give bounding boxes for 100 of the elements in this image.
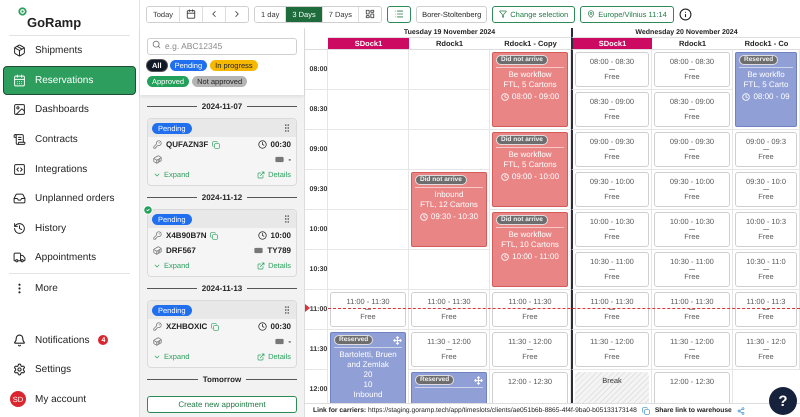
copy-icon [212, 140, 220, 148]
trailer-number: DRF567 [166, 246, 196, 255]
tray-icon [13, 192, 26, 206]
appointment-text: Bartoletti, Bruen and Zemlak [338, 350, 398, 370]
settings-icon [13, 363, 26, 376]
clock-icon [500, 93, 509, 101]
appointment-text: Inbound [352, 390, 384, 400]
empty-slot[interactable] [328, 90, 409, 130]
plate-icon [275, 155, 284, 164]
empty-slot[interactable] [409, 130, 490, 170]
reservation-code: XZHBOXIC [166, 322, 208, 331]
duration: 00:30 [270, 140, 291, 149]
date-heading: 2024-11-07 [202, 102, 242, 111]
copy-icon [642, 406, 650, 414]
key-icon [153, 231, 162, 240]
landscape-icon [13, 103, 26, 116]
empty-slot[interactable] [409, 250, 490, 290]
container-icon [153, 155, 162, 164]
external-link-icon [257, 262, 266, 270]
appointment-text: FTL, 10 Cartons [500, 240, 560, 250]
nav-item[interactable]: Shipments [3, 36, 136, 66]
external-link-icon [257, 170, 266, 178]
appointment-time: 09:30 - 10:30 [430, 212, 478, 222]
appointment-text: Be workflow [507, 70, 553, 80]
empty-slot[interactable] [328, 130, 409, 170]
date-heading: 2024-11-12 [202, 193, 242, 202]
appointment-text: FTL, 5 Carto [742, 80, 790, 90]
clock-icon [742, 93, 750, 101]
code-icon [13, 162, 26, 176]
duration: 00:30 [270, 322, 291, 331]
appointment-time: 09:00 - 10:00 [512, 172, 560, 182]
bell-icon [13, 334, 26, 347]
clock-icon [420, 213, 428, 221]
help-button[interactable]: ? [769, 387, 797, 415]
empty-slot[interactable] [328, 170, 409, 210]
reservation-code: QUFAZN3F [166, 140, 208, 149]
plate-icon [275, 337, 284, 346]
list-button[interactable] [387, 6, 412, 22]
clock-icon [258, 140, 267, 149]
more-menu[interactable]: More [3, 274, 136, 304]
nav-item[interactable]: History [3, 214, 136, 244]
nav-item[interactable]: Settings [3, 354, 136, 384]
empty-slot[interactable] [409, 90, 490, 130]
empty-slot[interactable] [328, 50, 409, 90]
clock-icon [501, 253, 510, 261]
appointment-text: 20 [362, 370, 374, 380]
container-icon [153, 246, 162, 255]
appointment-text: FTL, 5 Cartons [502, 160, 558, 170]
nav-item[interactable]: Unplanned orders [3, 184, 136, 214]
calendar-icon [186, 9, 196, 19]
appointment-text: Be workflow [507, 230, 553, 240]
duration: 10:00 [270, 231, 291, 240]
plate-number: - [288, 337, 291, 346]
appointment-text: Be workflow [507, 150, 553, 160]
calendar-icon [13, 74, 26, 87]
logo-icon [18, 7, 27, 16]
nav-item[interactable]: Appointments [3, 243, 136, 273]
drag-handle-icon [282, 214, 292, 224]
empty-slot[interactable] [328, 210, 409, 250]
appointment-time: 08:00 - 09:00 [512, 92, 560, 102]
clock-icon [258, 322, 267, 331]
plate-number: TY789 [267, 246, 291, 255]
appointment-text: Be workflo [746, 70, 786, 80]
key-icon [153, 322, 162, 331]
clock-icon [500, 173, 509, 181]
reservation-code: X4B90B7N [166, 231, 206, 240]
nav-label: Notifications [35, 334, 90, 346]
copy-icon [211, 322, 220, 330]
nav-item[interactable]: Dashboards [3, 95, 136, 125]
history-icon [13, 222, 26, 235]
nav-item[interactable]: Contracts [3, 124, 136, 154]
filter-icon [499, 10, 508, 18]
appointment-text: 10 [362, 380, 374, 390]
share-icon [736, 406, 745, 414]
nav-label: Settings [35, 364, 72, 376]
container-icon [153, 337, 162, 346]
drag-handle-icon [282, 123, 292, 133]
empty-slot[interactable] [328, 250, 409, 290]
create-appointment-button[interactable]: Create new appointment [147, 396, 297, 413]
drag-handle-icon [282, 305, 292, 315]
document-icon [13, 133, 26, 146]
clock-icon [258, 231, 267, 240]
layout-icon [365, 9, 376, 19]
nav-label: My account [35, 394, 86, 405]
appointment-text: FTL, 12 Cartons [419, 200, 479, 210]
empty-slot[interactable] [409, 50, 490, 90]
info-icon[interactable] [678, 8, 692, 20]
external-link-icon [257, 352, 266, 360]
plate-icon [254, 246, 264, 255]
plate-number: - [288, 155, 291, 164]
key-icon [153, 140, 162, 149]
package-icon [13, 44, 26, 58]
appointment-time: 10:00 - 11:00 [512, 252, 559, 262]
copy-icon [210, 232, 218, 240]
appointment-text: FTL, 5 Cartons [502, 80, 558, 90]
app-logo-text: GoRamp [27, 16, 82, 29]
appointment-time: 08:00 - 09 [753, 92, 790, 102]
nav-item[interactable]: Integrations [3, 154, 136, 184]
search-field[interactable]: e.g. ABC12345 [147, 38, 297, 54]
truck-icon [13, 251, 26, 264]
